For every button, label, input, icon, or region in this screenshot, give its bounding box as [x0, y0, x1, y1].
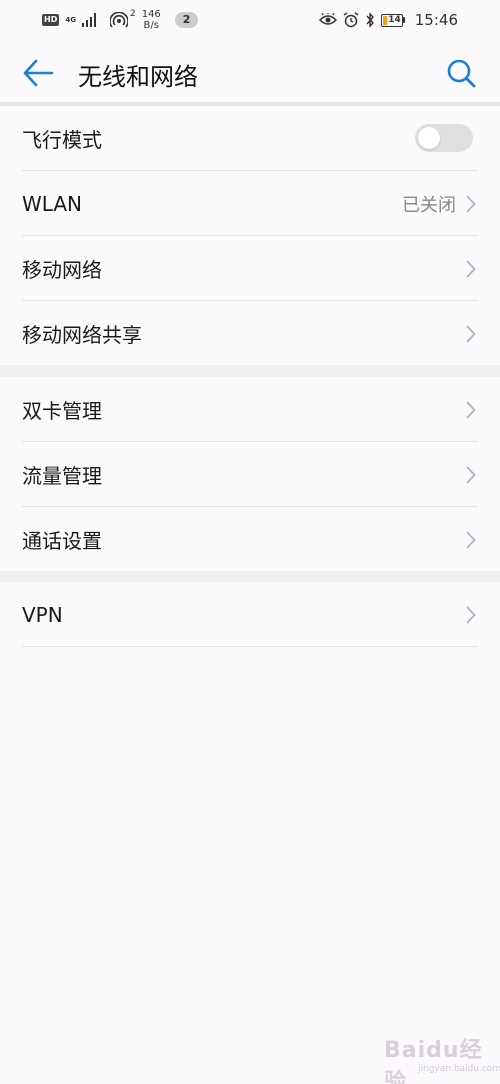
chevron-right-icon	[466, 260, 476, 278]
bluetooth-icon	[366, 12, 374, 28]
hd-badge: HD	[42, 14, 60, 26]
mobile-network-label: 移动网络	[22, 258, 102, 282]
mobile-network-row[interactable]: 移动网络	[0, 236, 500, 301]
eye-comfort-icon	[318, 13, 337, 25]
chevron-right-icon	[466, 401, 476, 419]
network-speed: 146 B/s	[142, 9, 161, 31]
tethering-row[interactable]: 移动网络共享	[0, 301, 500, 366]
search-icon[interactable]	[446, 58, 476, 88]
chevron-right-icon	[466, 606, 476, 624]
tethering-label: 移动网络共享	[22, 323, 142, 347]
battery-indicator: 14	[380, 13, 405, 27]
speed-unit: B/s	[143, 20, 159, 31]
chevron-right-icon	[466, 195, 476, 213]
chevron-right-icon	[466, 325, 476, 343]
page-title: 无线和网络	[78, 63, 198, 91]
battery-tip	[402, 17, 405, 23]
app-header: 无线和网络	[0, 40, 500, 104]
airplane-mode-label: 飞行模式	[22, 128, 102, 152]
hotspot-icon	[109, 12, 128, 28]
wlan-status-value: 已关闭	[402, 194, 456, 216]
call-settings-label: 通话设置	[22, 529, 102, 553]
vpn-row[interactable]: VPN	[0, 582, 500, 647]
call-settings-row[interactable]: 通话设置	[0, 507, 500, 572]
data-usage-label: 流量管理	[22, 464, 102, 488]
status-bar-left: HD 4G 2 146 B/s 2	[42, 9, 199, 31]
battery-body: 14	[380, 13, 403, 27]
network-type: 4G	[65, 16, 76, 24]
toggle-knob	[418, 127, 440, 149]
battery-fill	[382, 15, 387, 25]
airplane-mode-row[interactable]: 飞行模式	[0, 106, 500, 171]
status-bar-right: 14 15:46	[318, 11, 458, 29]
section-gap	[0, 571, 500, 582]
baidu-watermark: Baidu经验 jingyan.baidu.com	[378, 1022, 500, 1084]
signal-icon	[81, 13, 96, 27]
airplane-mode-toggle[interactable]	[415, 124, 473, 152]
dual-sim-row[interactable]: 双卡管理	[0, 377, 500, 442]
status-time: 15:46	[414, 11, 458, 29]
notification-count-badge: 2	[174, 12, 199, 28]
wlan-row[interactable]: WLAN 已关闭	[0, 171, 500, 236]
speed-value: 146	[141, 9, 161, 20]
watermark-sub: jingyan.baidu.com	[418, 1064, 500, 1074]
watermark-text: Baidu经验	[384, 1038, 483, 1084]
vpn-label: VPN	[22, 602, 63, 627]
hotspot-count: 2	[129, 9, 136, 19]
section-gap	[0, 365, 500, 377]
settings-section-sim: 双卡管理 流量管理 通话设置	[0, 377, 500, 571]
dual-sim-label: 双卡管理	[22, 399, 102, 423]
battery-level: 14	[388, 15, 401, 25]
alarm-icon	[343, 12, 359, 28]
chevron-right-icon	[466, 466, 476, 484]
back-arrow-icon[interactable]	[22, 58, 54, 88]
data-usage-row[interactable]: 流量管理	[0, 442, 500, 507]
status-bar: HD 4G 2 146 B/s 2 14 15:46	[0, 0, 500, 40]
chevron-right-icon	[466, 531, 476, 549]
settings-section-vpn: VPN	[0, 582, 500, 647]
settings-section-network: 飞行模式 WLAN 已关闭 移动网络 移动网络共享	[0, 106, 500, 365]
wlan-label: WLAN	[22, 191, 83, 216]
